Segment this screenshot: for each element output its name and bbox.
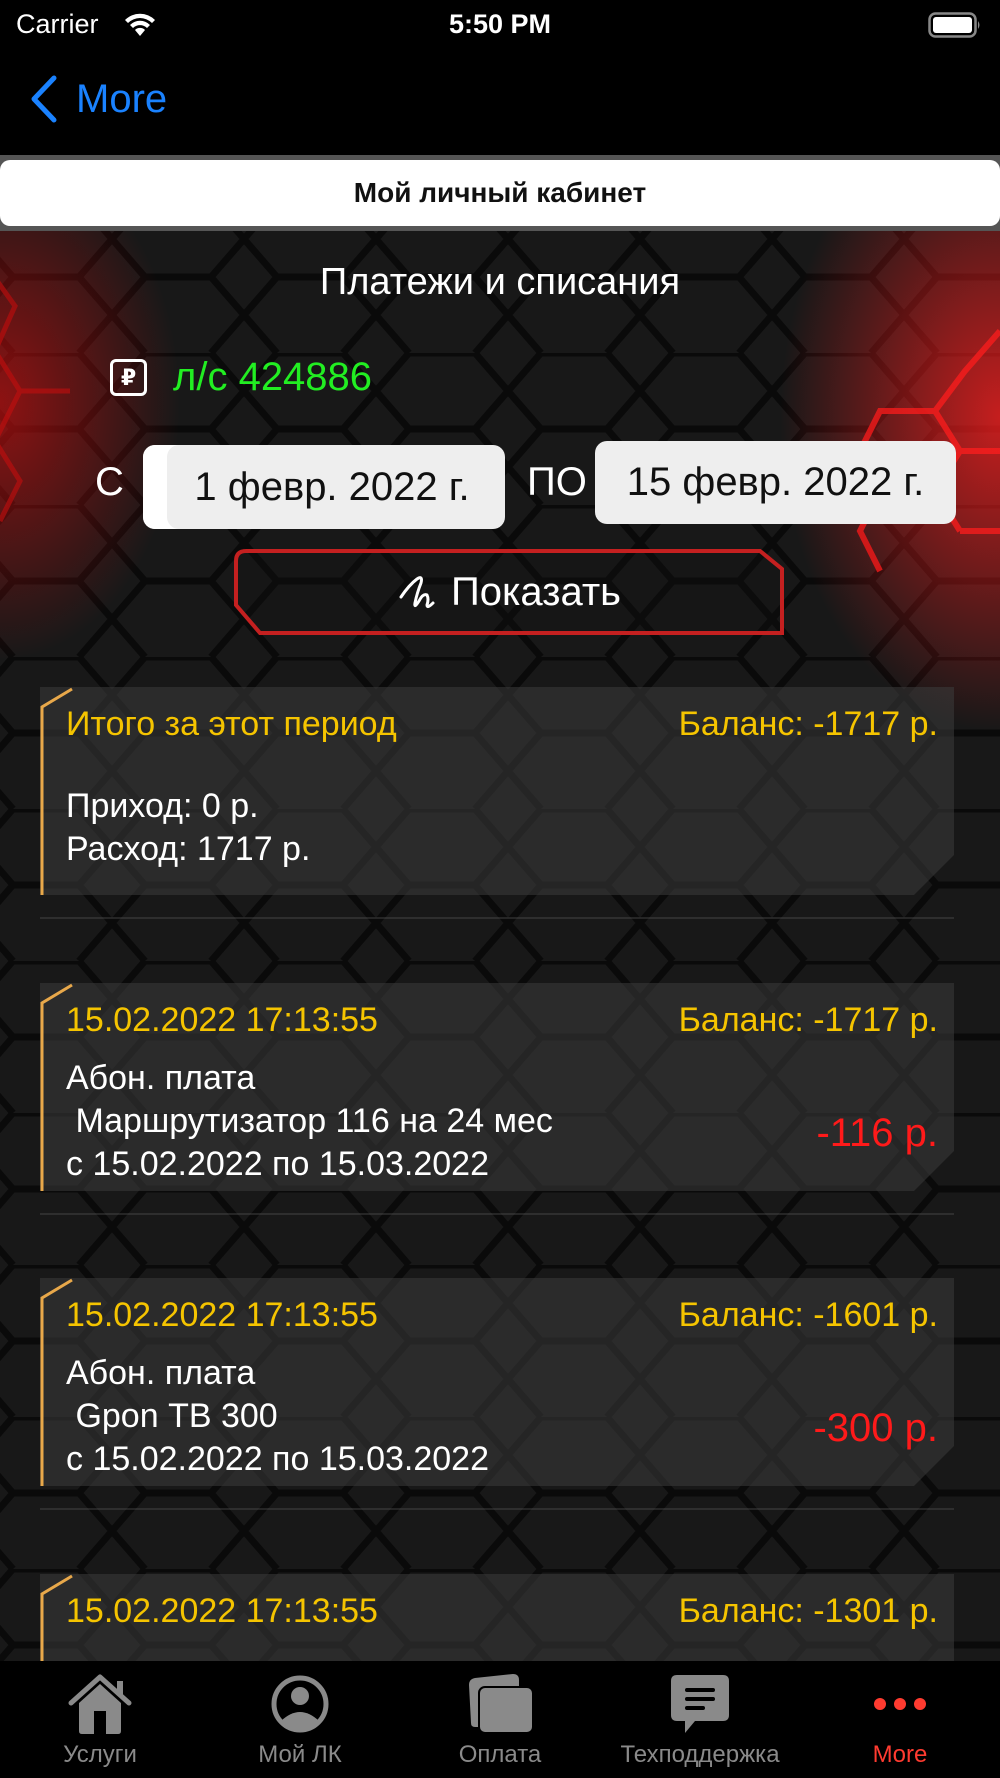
chat-bubble-icon	[671, 1675, 729, 1733]
account-row: ₽ л/с 424886	[110, 355, 372, 400]
transaction-datetime: 15.02.2022 17:13:55	[66, 1296, 378, 1334]
date-from-picker[interactable]: 1 февр. 2022 г.	[143, 445, 505, 529]
chevron-left-icon	[31, 75, 57, 123]
divider	[40, 917, 954, 919]
tab-label: Мой ЛК	[258, 1741, 342, 1768]
section-header: Мой личный кабинет	[0, 155, 1000, 231]
show-button-label: Показать	[450, 569, 622, 614]
clock-label: 5:50 PM	[448, 9, 552, 39]
tab-more[interactable]: More	[800, 1661, 1000, 1778]
date-from-value: 1 февр. 2022 г.	[194, 464, 470, 509]
signature-icon	[399, 576, 435, 609]
show-button[interactable]: Показать	[234, 549, 784, 635]
tab-label: Услуги	[63, 1741, 137, 1768]
house-icon	[68, 1674, 132, 1734]
back-button[interactable]: More	[28, 74, 167, 124]
tab-bar: Услуги Мой ЛК Оплата Техподдержка More	[0, 1661, 1000, 1778]
section-title: Мой личный кабинет	[353, 177, 647, 208]
divider	[40, 1213, 954, 1215]
page-title: Платежи и списания	[319, 261, 681, 303]
date-from-label: С	[95, 460, 124, 504]
tab-label: More	[872, 1741, 928, 1768]
summary-title: Итого за этот период	[66, 705, 397, 743]
divider	[40, 1508, 954, 1510]
ruble-icon: ₽	[110, 359, 147, 396]
back-button-label: More	[76, 76, 168, 121]
tab-label: Техподдержка	[620, 1741, 780, 1768]
transaction-card[interactable]: 15.02.2022 17:13:55 Баланс: -1301 р.	[40, 1574, 954, 1661]
more-dots-icon	[874, 1698, 926, 1710]
cards-icon	[469, 1674, 534, 1734]
date-to-value: 15 февр. 2022 г.	[626, 460, 925, 504]
transaction-description: Абон. плата Gpon ТВ 300 с 15.02.2022 по …	[66, 1354, 489, 1478]
account-number: л/с 424886	[173, 355, 373, 399]
transaction-amount: -116 р.	[816, 1111, 938, 1155]
tab-my-account[interactable]: Мой ЛК	[200, 1661, 400, 1778]
transaction-datetime: 15.02.2022 17:13:55	[66, 1592, 378, 1630]
transaction-description: Абон. плата Маршрутизатор 116 на 24 мес …	[66, 1059, 553, 1183]
transaction-amount: -300 р.	[813, 1406, 938, 1450]
person-circle-icon	[271, 1675, 329, 1733]
transaction-balance: Баланс: -1301 р.	[678, 1592, 938, 1630]
tab-label: Оплата	[458, 1741, 542, 1768]
tab-payment[interactable]: Оплата	[400, 1661, 600, 1778]
tab-services[interactable]: Услуги	[0, 1661, 200, 1778]
tab-support[interactable]: Техподдержка	[600, 1661, 800, 1778]
transaction-card[interactable]: 15.02.2022 17:13:55 Баланс: -1717 р. Або…	[40, 983, 954, 1191]
section-header-pill: Мой личный кабинет	[0, 160, 1000, 226]
date-to-picker[interactable]: 15 февр. 2022 г.	[595, 441, 956, 524]
battery-icon	[928, 12, 980, 38]
status-bar: Carrier 5:50 PM	[0, 0, 1000, 50]
summary-balance: Баланс: -1717 р.	[678, 705, 938, 743]
content-area[interactable]: Платежи и списания ₽ л/с 424886 С 1 февр…	[0, 231, 1000, 1661]
transaction-datetime: 15.02.2022 17:13:55	[66, 1001, 378, 1039]
summary-lines: Приход: 0 р. Расход: 1717 р.	[66, 787, 311, 868]
transaction-balance: Баланс: -1717 р.	[678, 1001, 938, 1039]
date-range-row: С 1 февр. 2022 г. ПО 15 февр. 2022 г.	[0, 431, 1000, 529]
transaction-card[interactable]: 15.02.2022 17:13:55 Баланс: -1601 р. Або…	[40, 1278, 954, 1486]
navigation-bar: More	[0, 50, 1000, 155]
transaction-balance: Баланс: -1601 р.	[678, 1296, 938, 1334]
date-to-label: ПО	[527, 460, 587, 504]
summary-card: Итого за этот период Баланс: -1717 р. Пр…	[40, 687, 954, 895]
